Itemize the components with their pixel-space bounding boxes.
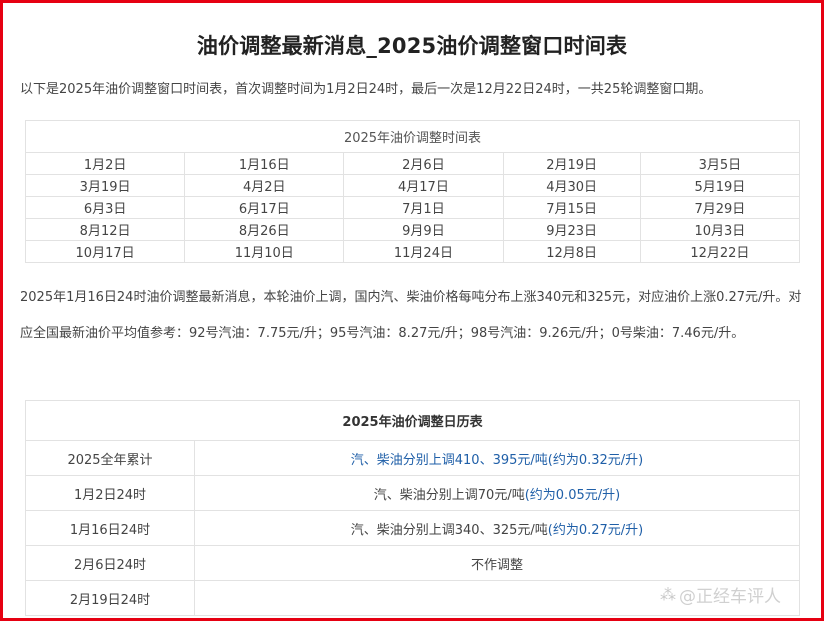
table-cell: 7月1日 (343, 196, 504, 219)
table-cell: 5月19日 (639, 174, 801, 197)
table-cell: 1月2日 (24, 152, 186, 175)
table-cell: 10月17日 (24, 240, 186, 263)
table-row: 8月12日 8月26日 9月9日 9月23日 10月3日 (24, 218, 801, 241)
table-row: 1月2日 1月16日 2月6日 2月19日 3月5日 (24, 152, 801, 175)
table-cell: 4月30日 (502, 174, 641, 197)
article-title: 油价调整最新消息_2025油价调整窗口时间表 (196, 34, 628, 58)
date-cell: 1月2日24时 (25, 475, 195, 511)
table-row: 2月6日24时 不作调整 (25, 545, 800, 581)
per-litre-note: (约为0.05元/升) (524, 487, 621, 503)
news-paragraph: 2025年1月16日24时油价调整最新消息，本轮油价上调，国内汽、柴油价格每吨分… (20, 290, 802, 341)
table-row: 2025全年累计 汽、柴油分别上调410、395元/吨(约为0.32元/升) (25, 440, 800, 476)
table-cell: 7月15日 (502, 196, 641, 219)
adjustment-cell: 不作调整 (194, 545, 800, 581)
adjustment-cell: 汽、柴油分别上调410、395元/吨(约为0.32元/升) (194, 440, 800, 476)
table-row: 6月3日 6月17日 7月1日 7月15日 7月29日 (24, 196, 801, 219)
table-cell: 8月26日 (184, 218, 345, 241)
adjustment-text: 不作调整 (470, 557, 523, 573)
schedule-table: 2025年油价调整时间表 1月2日 1月16日 2月6日 2月19日 3月5日 … (24, 120, 801, 263)
table-cell: 3月19日 (24, 174, 186, 197)
article: 油价调整最新消息_2025油价调整窗口时间表 以下是2025年油价调整窗口时间表… (0, 0, 824, 621)
date-cell: 2025全年累计 (25, 440, 195, 476)
table-row: 1月2日24时 汽、柴油分别上调70元/吨(约为0.05元/升) (25, 475, 800, 511)
date-cell: 2月6日24时 (25, 545, 195, 581)
per-litre-note: (约为0.27元/升) (547, 522, 644, 538)
adjustment-text: 汽、柴油分别上调340、325元/吨 (350, 522, 548, 538)
table-cell: 9月9日 (343, 218, 504, 241)
table-row: 1月16日24时 汽、柴油分别上调340、325元/吨(约为0.27元/升) (25, 510, 800, 546)
adjustment-cell: 汽、柴油分别上调340、325元/吨(约为0.27元/升) (194, 510, 800, 546)
table-cell: 8月12日 (24, 218, 186, 241)
adjustment-text: 汽、柴油分别上调410、395元/吨 (350, 452, 548, 468)
table-row: 3月19日 4月2日 4月17日 4月30日 5月19日 (24, 174, 801, 197)
date-cell: 2月19日24时 (25, 580, 195, 616)
table-cell: 10月3日 (639, 218, 801, 241)
intro-text: 以下是2025年油价调整窗口时间表，首次调整时间为1月2日24时，最后一次是12… (20, 82, 712, 97)
per-litre-note: (约为0.32元/升) (547, 452, 644, 468)
table-cell: 3月5日 (639, 152, 801, 175)
table-cell: 9月23日 (502, 218, 641, 241)
table-cell: 1月16日 (184, 152, 345, 175)
table-cell: 4月17日 (343, 174, 504, 197)
table-cell: 11月10日 (184, 240, 345, 263)
watermark-text: @正经车评人 (679, 587, 781, 607)
table-cell: 2月19日 (502, 152, 641, 175)
table-cell: 6月17日 (184, 196, 345, 219)
calendar-table-caption: 2025年油价调整日历表 (25, 400, 800, 441)
toutiao-logo-icon: ⁂ (660, 585, 676, 604)
adjustment-text: 汽、柴油分别上调70元/吨 (373, 487, 525, 503)
watermark: ⁂ @正经车评人 (660, 582, 781, 607)
table-cell: 6月3日 (24, 196, 186, 219)
date-cell: 1月16日24时 (25, 510, 195, 546)
table-cell: 11月24日 (343, 240, 504, 263)
table-cell: 7月29日 (639, 196, 801, 219)
table-cell: 4月2日 (184, 174, 345, 197)
table-row: 10月17日 11月10日 11月24日 12月8日 12月22日 (24, 240, 801, 263)
table-cell: 12月22日 (639, 240, 801, 263)
adjustment-cell: 汽、柴油分别上调70元/吨(约为0.05元/升) (194, 475, 800, 511)
table-cell: 2月6日 (343, 152, 504, 175)
table-cell: 12月8日 (502, 240, 641, 263)
schedule-table-caption: 2025年油价调整时间表 (25, 120, 800, 153)
